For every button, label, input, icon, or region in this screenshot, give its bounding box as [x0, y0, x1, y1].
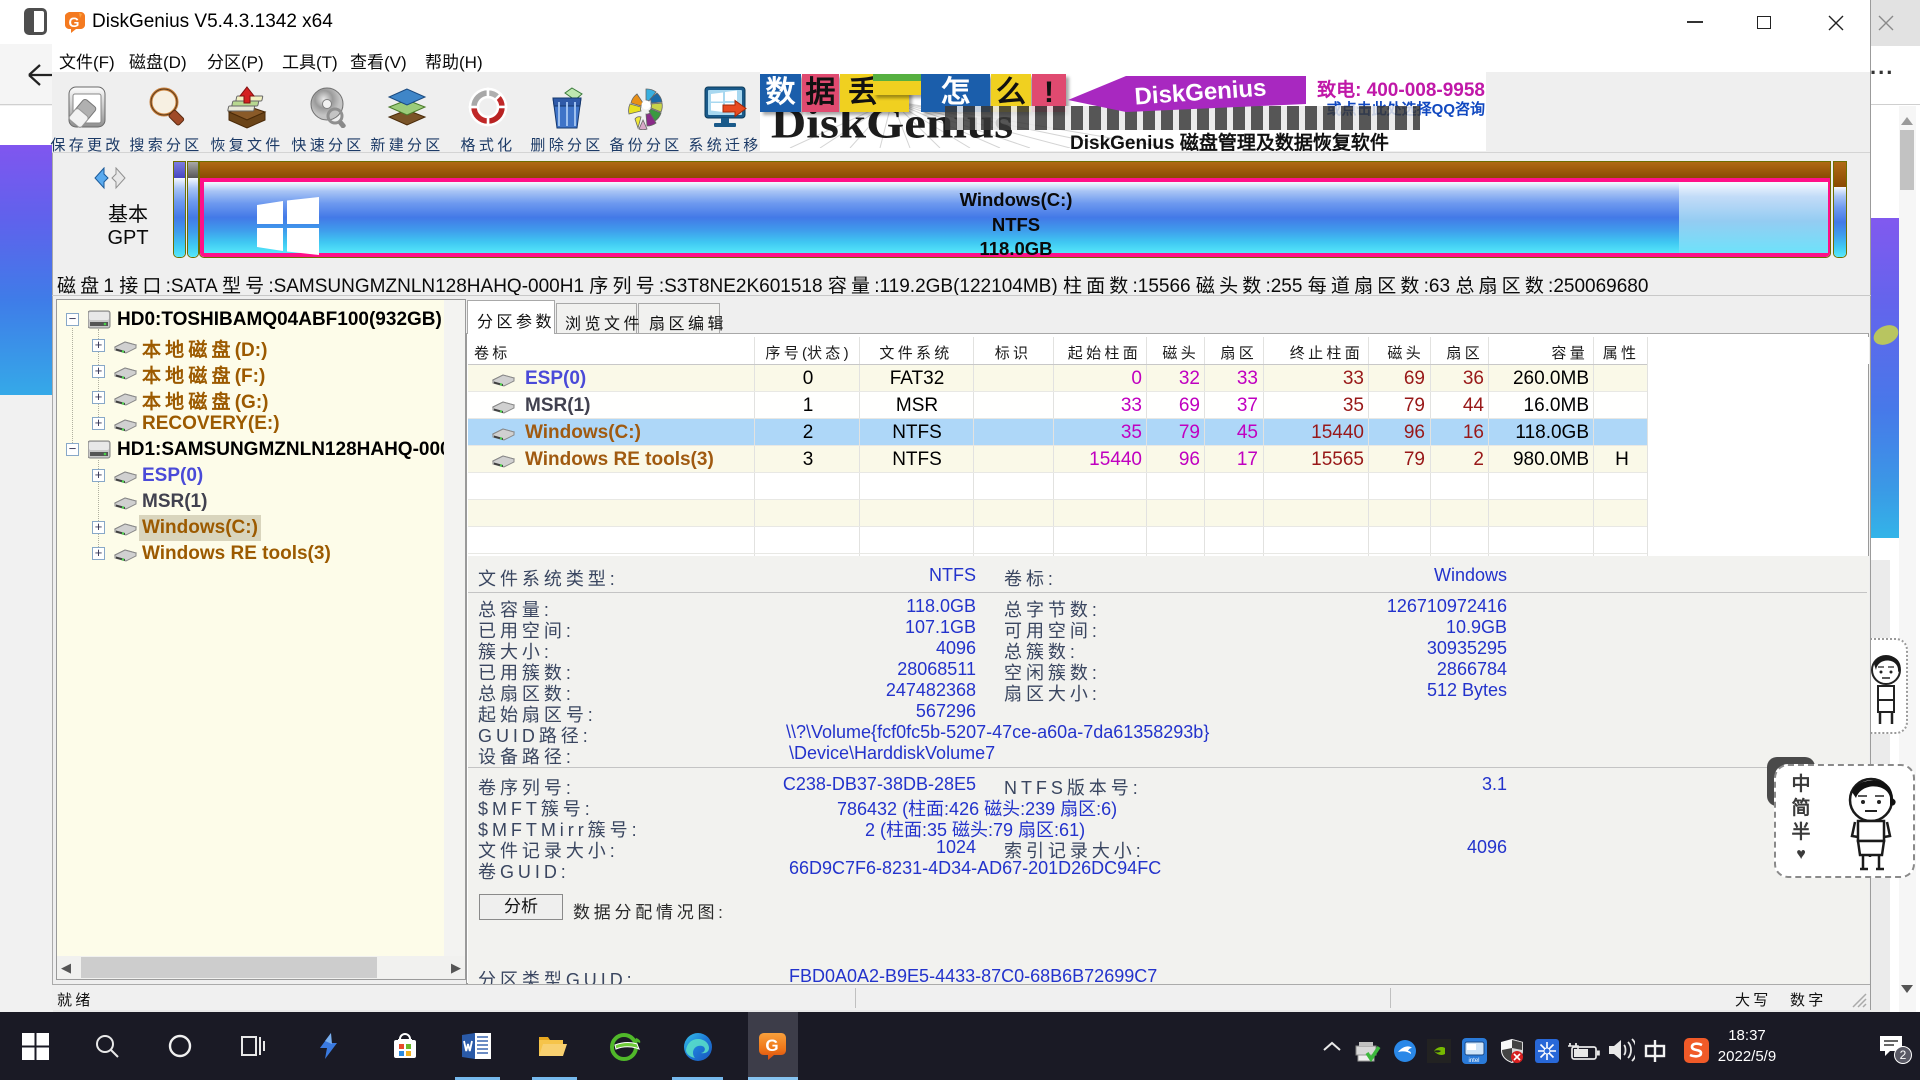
svg-text:G: G — [765, 1036, 778, 1055]
svg-text:G: G — [69, 14, 80, 30]
svg-text:intel: intel — [1468, 1058, 1479, 1064]
